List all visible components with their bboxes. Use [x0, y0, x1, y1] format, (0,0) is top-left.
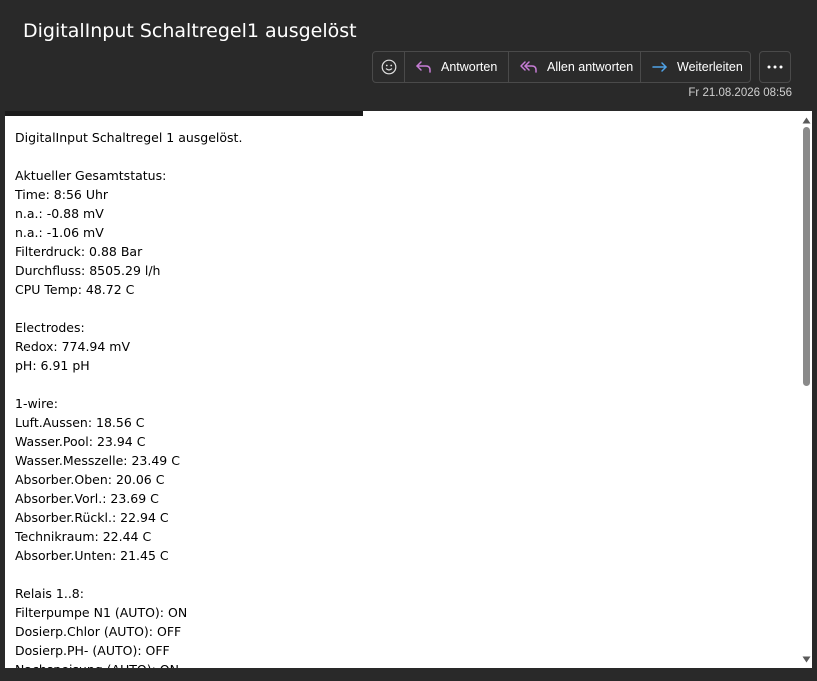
reply-all-button[interactable]: Allen antworten	[509, 52, 641, 82]
reply-label: Antworten	[441, 60, 498, 74]
body-line: n.a.: -1.06 mV	[15, 225, 104, 240]
email-subject: DigitalInput Schaltregel1 ausgelöst	[23, 20, 357, 42]
body-line: Nachspeisung (AUTO): ON	[15, 660, 242, 668]
body-line: Dosierp.Chlor (AUTO): OFF	[15, 624, 182, 639]
body-line: pH: 6.91 pH	[15, 358, 90, 373]
body-line: Relais 1..8:	[15, 586, 84, 601]
scroll-down-arrow-icon[interactable]	[802, 655, 811, 664]
forward-label: Weiterleiten	[677, 60, 743, 74]
reply-button[interactable]: Antworten	[405, 52, 509, 82]
body-line: Time: 8:56 Uhr	[15, 187, 109, 202]
body-line: Dosierp.PH- (AUTO): OFF	[15, 643, 170, 658]
body-line: CPU Temp: 48.72 C	[15, 282, 135, 297]
reply-all-label: Allen antworten	[547, 60, 634, 74]
body-line: Electrodes:	[15, 320, 85, 335]
body-line: n.a.: -0.88 mV	[15, 206, 104, 221]
body-line	[15, 565, 242, 584]
body-line	[15, 375, 242, 394]
body-line: DigitalInput Schaltregel 1 ausgelöst.	[15, 130, 243, 145]
scroll-up-arrow-icon[interactable]	[802, 116, 811, 125]
body-line: Luft.Aussen: 18.56 C	[15, 415, 145, 430]
message-body: DigitalInput Schaltregel 1 ausgelöst. Akt…	[15, 128, 242, 668]
body-line	[15, 147, 242, 166]
received-date: Fr 21.08.2026 08:56	[688, 87, 792, 99]
reply-arrow-icon	[416, 61, 431, 73]
body-line	[15, 299, 242, 318]
more-actions-button[interactable]	[759, 51, 791, 83]
scrollbar-thumb[interactable]	[803, 127, 810, 386]
body-line: 1-wire:	[15, 396, 58, 411]
body-line: Wasser.Messzelle: 23.49 C	[15, 453, 180, 468]
body-line: Redox: 774.94 mV	[15, 339, 131, 354]
body-line: Technikraum: 22.44 C	[15, 529, 152, 544]
body-line: Absorber.Rückl.: 22.94 C	[15, 510, 169, 525]
reaction-button[interactable]	[373, 52, 405, 82]
body-line: Filterpumpe N1 (AUTO): ON	[15, 605, 188, 620]
forward-arrow-icon	[652, 62, 667, 72]
smiley-icon	[381, 59, 396, 75]
forward-button[interactable]: Weiterleiten	[641, 52, 750, 82]
body-line: Absorber.Vorl.: 23.69 C	[15, 491, 159, 506]
body-line: Filterdruck: 0.88 Bar	[15, 244, 143, 259]
message-body-pane: DigitalInput Schaltregel 1 ausgelöst. Akt…	[5, 111, 812, 668]
vertical-scrollbar[interactable]	[801, 111, 812, 668]
header-divider	[5, 111, 363, 116]
more-dots-icon	[767, 65, 783, 69]
body-line: Absorber.Unten: 21.45 C	[15, 548, 169, 563]
body-line: Durchfluss: 8505.29 l/h	[15, 263, 161, 278]
reply-all-arrow-icon	[520, 61, 537, 73]
body-line: Wasser.Pool: 23.94 C	[15, 434, 146, 449]
body-line: Aktueller Gesamtstatus:	[15, 168, 167, 183]
message-toolbar: Antworten Allen antworten Weiterleiten	[372, 51, 751, 83]
body-line: Absorber.Oben: 20.06 C	[15, 472, 165, 487]
